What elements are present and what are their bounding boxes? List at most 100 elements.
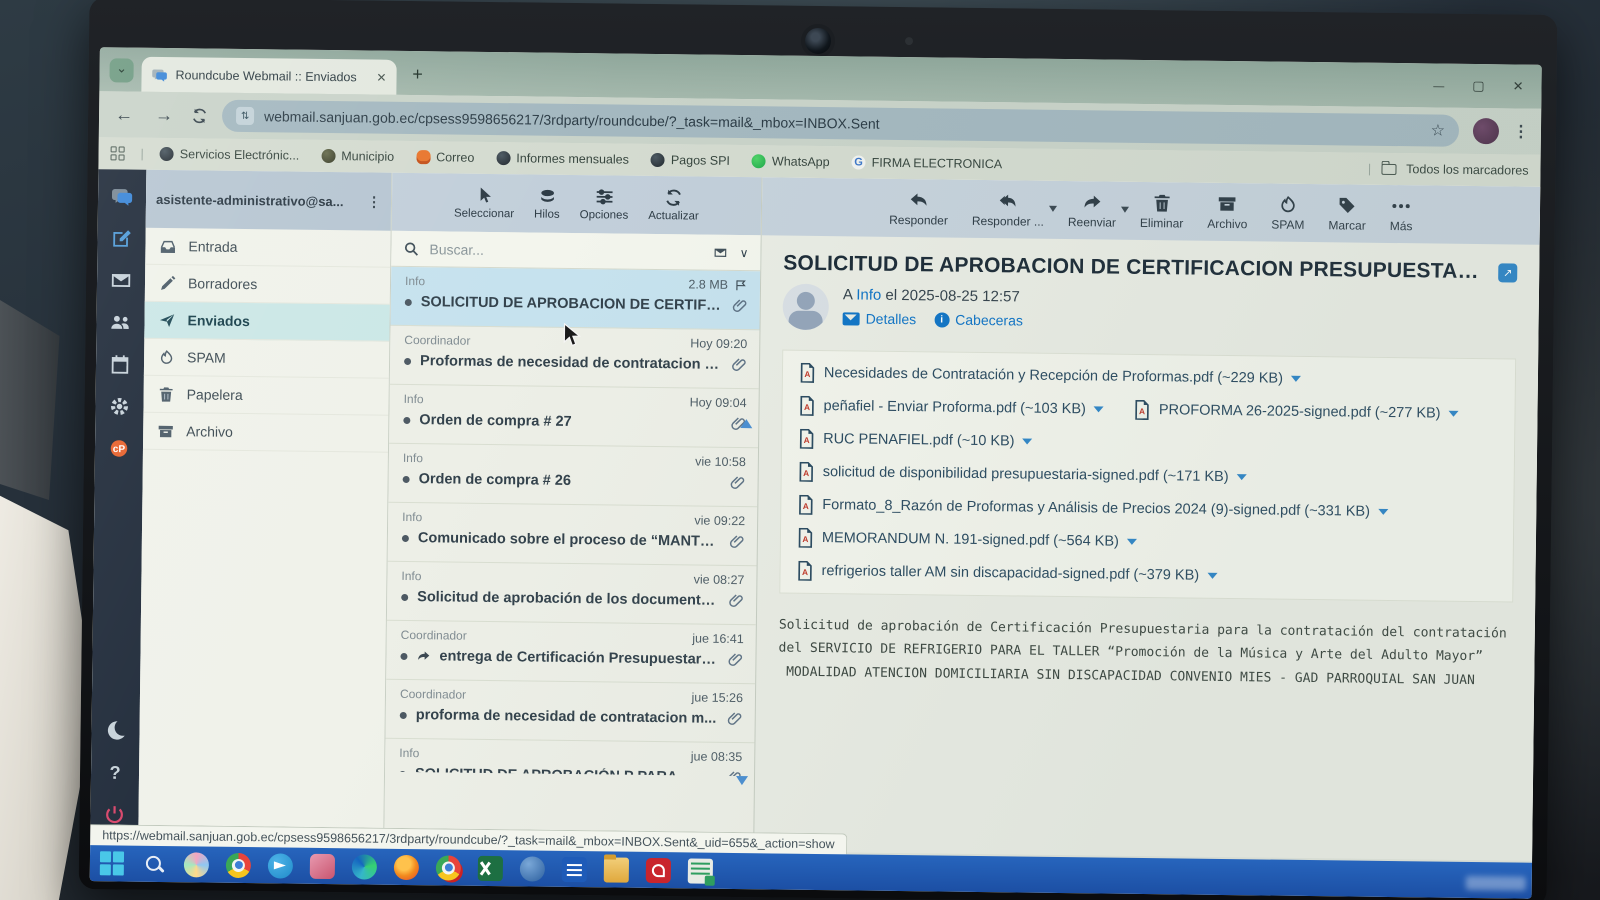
start-button[interactable] xyxy=(100,851,125,876)
search-options-chevron-icon[interactable] xyxy=(740,246,749,260)
list-toolbar-button[interactable]: Opciones xyxy=(580,187,629,222)
mail-icon[interactable] xyxy=(102,261,140,299)
compose-icon[interactable] xyxy=(102,219,140,257)
window-minimize-button[interactable] xyxy=(1433,77,1444,93)
browser-circle-icon[interactable] xyxy=(520,856,545,881)
reader-toolbar-button[interactable]: Reenviar xyxy=(1068,192,1116,230)
attachment-item[interactable]: Formato_8_Razón de Proformas y Análisis … xyxy=(797,495,1388,522)
search-button[interactable] xyxy=(142,851,167,876)
bookmark-item[interactable]: Municipio xyxy=(321,149,394,164)
copilot-icon[interactable] xyxy=(184,852,209,877)
attachment-item[interactable]: refrigerios taller AM sin discapacidad-s… xyxy=(796,561,1217,586)
attachment-name[interactable]: peñafiel - Enviar Proforma.pdf (~103 KB) xyxy=(823,398,1086,417)
excel-icon[interactable] xyxy=(478,855,503,880)
message-list-item[interactable]: Coordinador jue 15:26 proforma xyxy=(385,680,755,744)
attachment-name[interactable]: refrigerios taller AM sin discapacidad-s… xyxy=(821,563,1199,584)
reader-toolbar-button[interactable]: SPAM xyxy=(1271,194,1305,231)
attachment-name[interactable]: MEMORANDUM N. 191-signed.pdf (~564 KB) xyxy=(822,530,1119,550)
reader-toolbar-button[interactable]: Archivo xyxy=(1207,193,1247,230)
chrome-profile-icon[interactable] xyxy=(436,855,461,880)
profile-avatar[interactable] xyxy=(1473,118,1499,144)
attachment-item[interactable]: RUC PENAFIEL.pdf (~10 KB) xyxy=(798,429,1033,452)
reader-toolbar-button[interactable]: Responder ... xyxy=(972,190,1044,228)
bookmark-item[interactable]: Servicios Electrónic... xyxy=(160,147,300,163)
message-list-item[interactable]: Info vie 08:27 Solicitud de apr xyxy=(387,562,757,626)
file-explorer-icon[interactable] xyxy=(604,857,629,882)
attachment-name[interactable]: RUC PENAFIEL.pdf (~10 KB) xyxy=(823,431,1015,449)
address-bar[interactable]: webmail.sanjuan.gob.ec/cpsess9598656217/… xyxy=(222,100,1459,147)
telegram-icon[interactable] xyxy=(268,853,293,878)
flag-icon[interactable] xyxy=(734,278,748,292)
attachment-item[interactable]: peñafiel - Enviar Proforma.pdf (~103 KB) xyxy=(798,396,1104,420)
bookmark-item[interactable]: Correo xyxy=(416,150,474,165)
attachment-name[interactable]: Formato_8_Razón de Proformas y Análisis … xyxy=(822,497,1370,520)
forward-button[interactable]: → xyxy=(151,104,177,125)
edge-icon[interactable] xyxy=(352,854,377,879)
account-header[interactable]: asistente-administrativo@sa... xyxy=(146,170,392,231)
folder-item[interactable]: SPAM xyxy=(144,339,389,379)
window-close-button[interactable] xyxy=(1513,78,1524,94)
bookmark-star-icon[interactable] xyxy=(1431,120,1446,140)
all-bookmarks-label[interactable]: Todos los marcadores xyxy=(1406,162,1528,177)
dropdown-caret-icon[interactable] xyxy=(1121,206,1129,212)
attachment-menu-caret-icon[interactable] xyxy=(1022,438,1032,444)
attachment-name[interactable]: Necesidades de Contratación y Recepción … xyxy=(824,365,1283,387)
attachment-item[interactable]: solicitud de disponibilidad presupuestar… xyxy=(798,462,1247,487)
bookmark-item[interactable]: WhatsApp xyxy=(752,154,830,169)
dropdown-caret-icon[interactable] xyxy=(1049,205,1057,211)
message-list-item[interactable]: Info 2.8 MB SOLICITUD DE APROBA xyxy=(391,267,761,331)
tab-close-icon[interactable] xyxy=(376,70,386,84)
window-maximize-button[interactable] xyxy=(1472,78,1484,94)
bookmark-item[interactable]: Pagos SPI xyxy=(651,153,730,168)
message-list-item[interactable]: Info vie 09:22 Comunicado sobre xyxy=(388,503,758,567)
bookmark-item[interactable]: FIRMA ELECTRONICA xyxy=(852,155,1003,171)
scope-envelope-icon[interactable] xyxy=(712,245,730,259)
site-info-icon[interactable] xyxy=(236,107,254,125)
folder-item[interactable]: Papelera xyxy=(143,376,388,416)
attachment-menu-caret-icon[interactable] xyxy=(1291,376,1301,382)
details-toggle[interactable]: Detalles xyxy=(843,310,917,327)
list-toolbar-button[interactable]: Hilos xyxy=(534,187,560,221)
attachment-menu-caret-icon[interactable] xyxy=(1207,573,1217,579)
recipient-link[interactable]: Info xyxy=(856,286,881,303)
reader-toolbar-button[interactable]: Eliminar xyxy=(1140,192,1184,230)
headers-toggle[interactable]: Cabeceras xyxy=(934,311,1023,328)
open-in-new-window-icon[interactable] xyxy=(1498,263,1517,282)
scroll-up-arrow[interactable] xyxy=(740,419,752,428)
cpanel-icon[interactable] xyxy=(100,429,138,467)
back-button[interactable]: ← xyxy=(111,104,137,125)
attachment-menu-caret-icon[interactable] xyxy=(1127,539,1137,545)
folder-item[interactable]: Archivo xyxy=(143,413,388,453)
folder-item[interactable]: Borradores xyxy=(145,265,390,305)
message-list-item[interactable]: Info Hoy 09:04 Orden de compra xyxy=(389,385,759,449)
attachment-name[interactable]: PROFORMA 26-2025-signed.pdf (~277 KB) xyxy=(1159,402,1441,421)
search-input[interactable] xyxy=(429,241,701,260)
message-list-item[interactable]: Info jue 08:35 SOLICITUD DE APR xyxy=(385,739,754,777)
attachment-item[interactable]: PROFORMA 26-2025-signed.pdf (~277 KB) xyxy=(1134,400,1459,424)
attachment-menu-caret-icon[interactable] xyxy=(1094,406,1104,412)
message-list-item[interactable]: Coordinador jue 16:41 entrega d xyxy=(386,621,756,685)
attachment-menu-caret-icon[interactable] xyxy=(1237,474,1247,480)
reload-button[interactable] xyxy=(191,107,208,124)
reader-toolbar-button[interactable]: Más xyxy=(1390,195,1413,232)
reader-toolbar-button[interactable]: Responder xyxy=(889,189,948,227)
message-list-item[interactable]: Info vie 10:58 Orden de compra xyxy=(388,444,758,508)
photos-icon[interactable] xyxy=(310,853,335,878)
reader-toolbar-button[interactable]: Marcar xyxy=(1328,195,1366,232)
url-text[interactable]: webmail.sanjuan.gob.ec/cpsess9598656217/… xyxy=(264,108,1421,138)
folder-item[interactable]: Entrada xyxy=(145,228,390,268)
acrobat-icon[interactable] xyxy=(646,857,671,882)
browser-tab[interactable]: Roundcube Webmail :: Enviados xyxy=(141,57,396,95)
chrome-icon[interactable] xyxy=(226,852,251,877)
attachment-menu-caret-icon[interactable] xyxy=(1449,411,1459,417)
list-toolbar-button[interactable]: Seleccionar xyxy=(454,186,515,221)
word-icon[interactable] xyxy=(562,856,587,881)
roundcube-logo-icon[interactable] xyxy=(103,177,141,215)
attachment-name[interactable]: solicitud de disponibilidad presupuestar… xyxy=(823,464,1229,485)
settings-icon[interactable] xyxy=(100,387,138,425)
bookmark-item[interactable]: Informes mensuales xyxy=(496,151,629,167)
apps-grid-icon[interactable] xyxy=(111,146,125,160)
firefox-icon[interactable] xyxy=(394,854,419,879)
tab-search-button[interactable] xyxy=(109,58,133,82)
account-menu-icon[interactable] xyxy=(367,193,381,210)
